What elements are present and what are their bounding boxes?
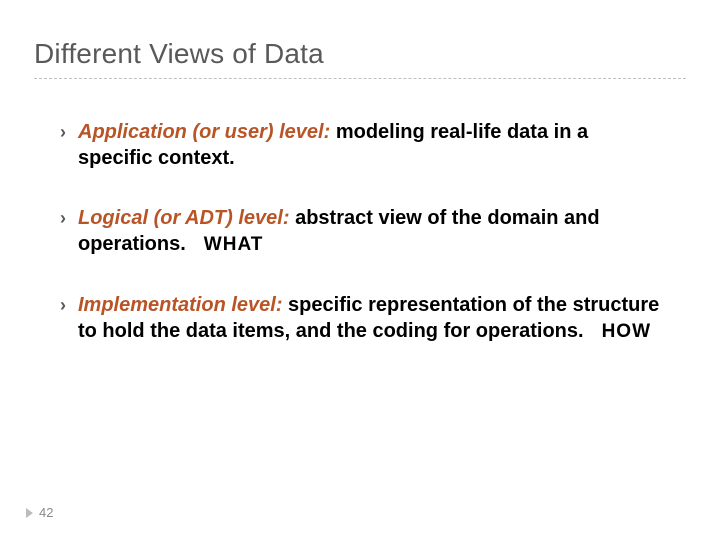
bullet-tag: WHAT — [204, 234, 264, 255]
bullet-icon: › — [60, 205, 66, 231]
bullet-item: › Logical (or ADT) level: abstract view … — [60, 205, 666, 258]
bullet-tag: HOW — [602, 321, 651, 342]
slide-title: Different Views of Data — [34, 38, 686, 79]
bullet-icon: › — [60, 292, 66, 318]
bullet-emph: Application (or user) level: — [78, 121, 330, 143]
bullet-text: Implementation level: specific represent… — [78, 292, 666, 345]
bullet-emph: Implementation level: — [78, 294, 283, 316]
bullet-item: › Application (or user) level: modeling … — [60, 119, 666, 171]
slide: Different Views of Data › Application (o… — [0, 0, 720, 540]
bullet-item: › Implementation level: specific represe… — [60, 292, 666, 345]
bullet-text: Application (or user) level: modeling re… — [78, 119, 666, 171]
page-number: 42 — [39, 505, 53, 520]
bullet-text: Logical (or ADT) level: abstract view of… — [78, 205, 666, 258]
bullet-icon: › — [60, 119, 66, 145]
footer: 42 — [26, 505, 53, 520]
bullet-emph: Logical (or ADT) level: — [78, 207, 290, 229]
slide-content: › Application (or user) level: modeling … — [34, 119, 686, 345]
play-icon — [26, 508, 33, 518]
